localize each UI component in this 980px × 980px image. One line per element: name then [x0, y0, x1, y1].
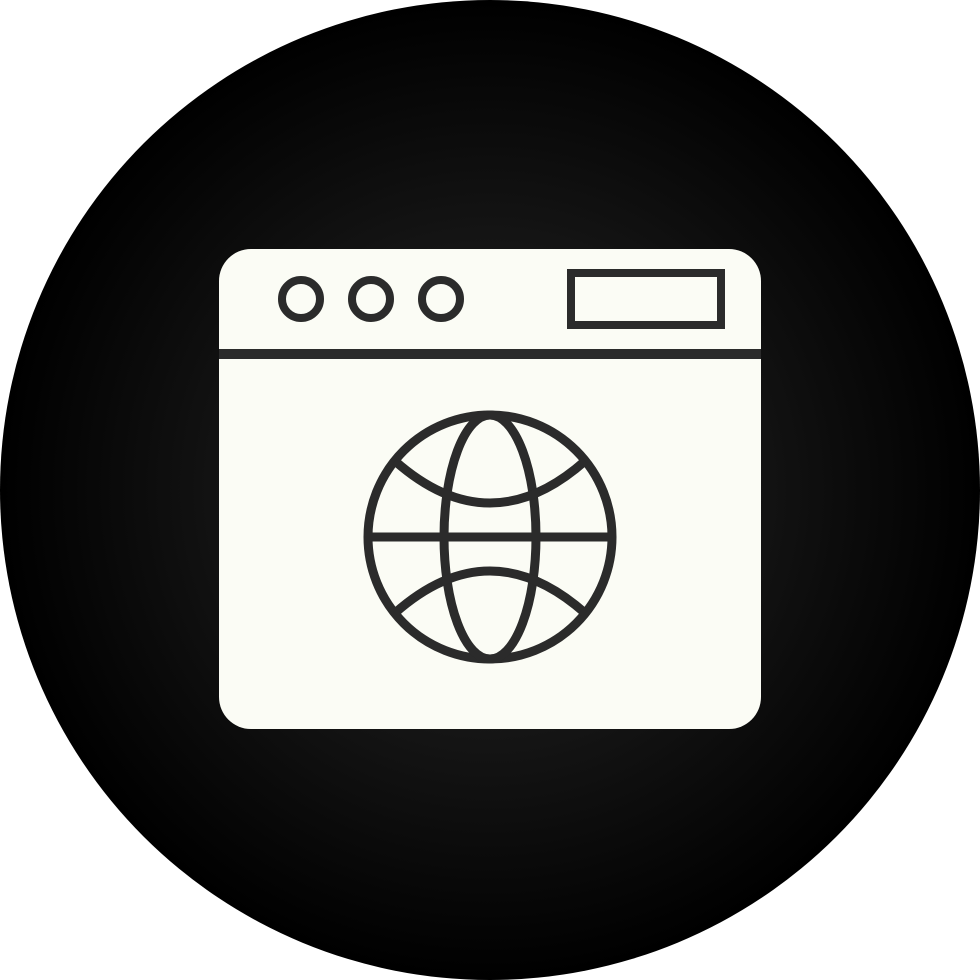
icon-stage	[0, 0, 980, 980]
web-browser-globe-icon	[0, 0, 980, 980]
